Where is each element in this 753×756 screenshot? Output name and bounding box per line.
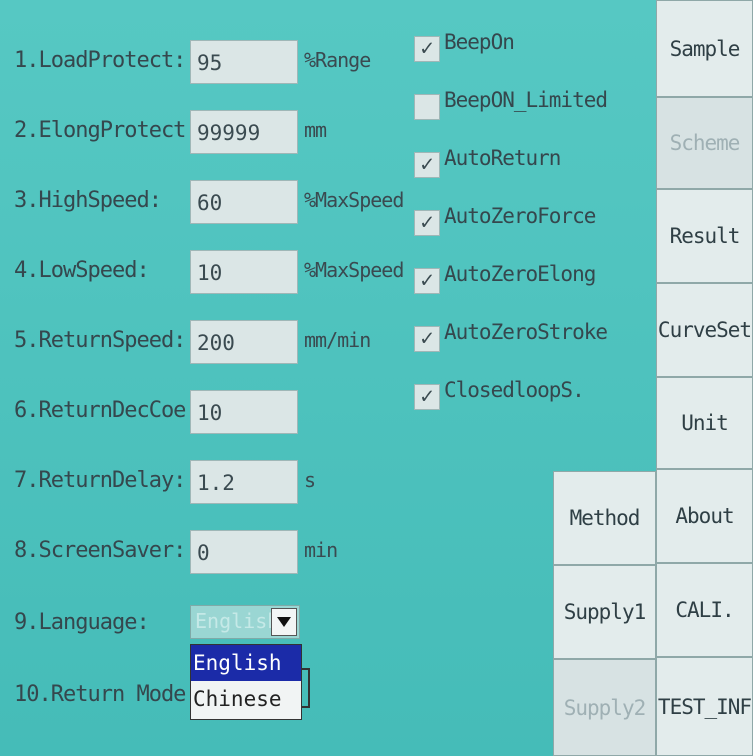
high-speed-label: 3.HighSpeed: — [14, 188, 162, 213]
language-option-chinese[interactable]: Chinese — [191, 681, 301, 717]
dropdown-arrow-icon[interactable] — [271, 608, 297, 636]
return-delay-unit: s — [304, 468, 316, 492]
supply2-button[interactable]: Supply2 — [553, 659, 656, 756]
return-speed-unit: mm/min — [304, 328, 371, 352]
load-protect-label: 1.LoadProtect: — [14, 48, 186, 73]
load-protect-input[interactable]: 95 — [190, 40, 298, 84]
high-speed-unit: %MaxSpeed — [304, 188, 404, 212]
language-label: 9.Language: — [14, 610, 150, 635]
test-inf-button[interactable]: TEST_INF — [656, 657, 753, 756]
language-option-english[interactable]: English — [191, 645, 301, 681]
scheme-button[interactable]: Scheme — [656, 97, 753, 189]
settings-screen: 1.LoadProtect: 95 %Range 2.ElongProtect:… — [0, 0, 753, 756]
auto-return-label: AutoReturn — [444, 146, 561, 170]
high-speed-input[interactable]: 60 — [190, 180, 298, 224]
return-delay-input[interactable]: 1.2 — [190, 460, 298, 504]
beep-on-limited-label: BeepON_Limited — [444, 88, 608, 112]
load-protect-unit: %Range — [304, 48, 371, 72]
beep-on-label: BeepOn — [444, 30, 515, 54]
return-speed-label: 5.ReturnSpeed: — [14, 328, 186, 353]
return-delay-label: 7.ReturnDelay: — [14, 468, 186, 493]
beep-on-checkbox[interactable]: ✓ — [414, 36, 440, 62]
cali-button[interactable]: CALI. — [656, 563, 753, 657]
language-select-value: English — [195, 609, 280, 633]
auto-zero-force-checkbox[interactable]: ✓ — [414, 210, 440, 236]
return-mode-label: 10.Return Mode: — [14, 682, 199, 707]
result-button[interactable]: Result — [656, 189, 753, 283]
auto-zero-elong-label: AutoZeroElong — [444, 262, 596, 286]
auto-return-checkbox[interactable]: ✓ — [414, 152, 440, 178]
low-speed-unit: %MaxSpeed — [304, 258, 404, 282]
closed-loop-label: ClosedloopS. — [444, 378, 585, 402]
supply1-button[interactable]: Supply1 — [553, 565, 656, 659]
unit-button[interactable]: Unit — [656, 377, 753, 469]
screen-saver-input[interactable]: 0 — [190, 530, 298, 574]
closed-loop-checkbox[interactable]: ✓ — [414, 384, 440, 410]
low-speed-label: 4.LowSpeed: — [14, 258, 150, 283]
curveset-button[interactable]: CurveSet — [656, 283, 753, 377]
screen-saver-label: 8.ScreenSaver: — [14, 538, 186, 563]
return-dec-coe-input[interactable]: 10 — [190, 390, 298, 434]
method-button[interactable]: Method — [553, 471, 656, 565]
return-dec-coe-label: 6.ReturnDecCoe.: — [14, 398, 211, 423]
beep-on-limited-checkbox[interactable] — [414, 94, 440, 120]
elong-protect-input[interactable]: 99999 — [190, 110, 298, 154]
auto-zero-force-label: AutoZeroForce — [444, 204, 596, 228]
sample-button[interactable]: Sample — [656, 0, 753, 97]
elong-protect-unit: mm — [304, 118, 327, 142]
return-speed-input[interactable]: 200 — [190, 320, 298, 364]
low-speed-input[interactable]: 10 — [190, 250, 298, 294]
auto-zero-stroke-checkbox[interactable]: ✓ — [414, 326, 440, 352]
about-button[interactable]: About — [656, 469, 753, 563]
language-select[interactable]: English — [190, 605, 300, 639]
elong-protect-label: 2.ElongProtect: — [14, 118, 199, 143]
auto-zero-elong-checkbox[interactable]: ✓ — [414, 268, 440, 294]
auto-zero-stroke-label: AutoZeroStroke — [444, 320, 608, 344]
screen-saver-unit: min — [304, 538, 338, 562]
language-dropdown-list[interactable]: English Chinese — [190, 644, 302, 720]
